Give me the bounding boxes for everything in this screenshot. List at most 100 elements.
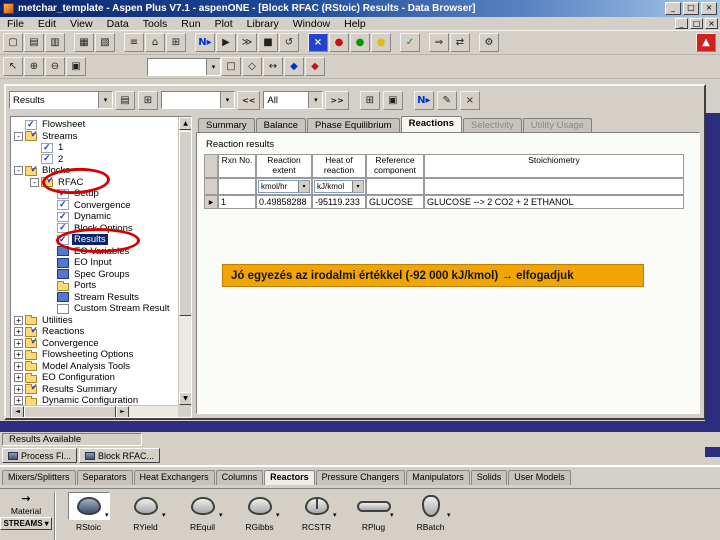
edit-button[interactable]: ✎	[436, 90, 457, 110]
streams-button[interactable]: STREAMS ▾	[0, 517, 52, 530]
combo-arrow-icon[interactable]: ▾	[220, 92, 234, 108]
new-button[interactable]: ▢	[3, 33, 23, 52]
menu-edit[interactable]: Edit	[31, 17, 63, 31]
tab-selectivity[interactable]: Selectivity	[462, 118, 522, 132]
tree-toggle-icon[interactable]: +	[14, 373, 23, 383]
menu-data[interactable]: Data	[100, 17, 136, 31]
tab-reactions[interactable]: Reactions	[400, 116, 462, 132]
open-button[interactable]: ▤	[24, 33, 44, 52]
tree-item-stream-1[interactable]: 1	[12, 142, 178, 154]
table-view-button[interactable]: ⊞	[359, 90, 380, 110]
combo-arrow-icon[interactable]: ▾	[98, 92, 112, 108]
exchange-button[interactable]: ⇄	[450, 33, 470, 52]
column-header-rxn-no[interactable]: Rxn No.	[218, 154, 256, 178]
tree-item-custom-stream-result[interactable]: Custom Stream Result	[12, 303, 178, 315]
zoom-out-button[interactable]: ⊖	[45, 57, 65, 76]
model-dropdown-arrow-icon[interactable]: ▾	[276, 511, 280, 519]
model-rplug-button[interactable]: ▾ RPlug	[345, 492, 402, 532]
tree-toggle-icon[interactable]: +	[14, 327, 23, 337]
cell-stoichiometry[interactable]: GLUCOSE --> 2 CO2 + 2 ETHANOL	[424, 195, 684, 209]
next-input-button[interactable]: N▸	[195, 33, 215, 52]
tree-toggle-icon[interactable]: -	[30, 177, 39, 187]
scrollbar-thumb[interactable]	[179, 131, 191, 316]
close-button[interactable]: ×	[701, 2, 717, 15]
column-header-stoichiometry[interactable]: Stoichiometry	[424, 154, 684, 178]
library-tab-separators[interactable]: Separators	[76, 470, 133, 485]
stop-button[interactable]: ■	[258, 33, 278, 52]
combo-arr ow-icon[interactable]: ▾	[352, 181, 363, 192]
form-filter-combo[interactable]: All ▾	[263, 91, 324, 109]
extent-units-combo[interactable]: kmol/hr ▾	[258, 180, 310, 193]
window-tab-block-rfac[interactable]: Block RFAC...	[79, 448, 161, 463]
cell-rxn-no[interactable]: 1	[218, 195, 256, 209]
heat-units-combo[interactable]: kJ/kmol ▾	[314, 180, 364, 193]
tree-item-spec-groups[interactable]: Spec Groups	[12, 269, 178, 281]
model-rstoic-button[interactable]: ▾ RStoic	[60, 492, 117, 532]
print-button[interactable]: ▦	[74, 33, 94, 52]
scroll-up-icon[interactable]: ▲	[179, 117, 191, 130]
flowsheet-section-combo[interactable]: ▾	[147, 57, 221, 76]
column-header-ref-component[interactable]: Reference component	[366, 154, 424, 178]
insert-stream-button[interactable]: ◇	[242, 57, 262, 76]
tree-vertical-scrollbar[interactable]: ▲ ▼	[178, 117, 191, 405]
export-button[interactable]: ⇒	[429, 33, 449, 52]
model-dropdown-arrow-icon[interactable]: ▾	[390, 511, 394, 519]
reroute-stream-button[interactable]: ↔	[263, 57, 283, 76]
zoom-fit-button[interactable]: ▣	[66, 57, 86, 76]
tree-item-convergence[interactable]: + Convergence	[12, 336, 178, 350]
status-yellow-icon[interactable]: ●	[371, 33, 391, 52]
child-close-button[interactable]: ×	[705, 18, 718, 29]
run-button[interactable]: ▶	[216, 33, 236, 52]
tree-toggle-icon[interactable]: +	[14, 361, 23, 371]
status-red-icon[interactable]: ●	[329, 33, 349, 52]
tree-item-stream-results[interactable]: Stream Results	[12, 292, 178, 304]
model-dropdown-arrow-icon[interactable]: ▾	[105, 511, 109, 519]
model-rbatch-button[interactable]: ▾ RBatch	[402, 492, 459, 532]
data-browser-button[interactable]: ≡	[124, 33, 144, 52]
aspentech-logo[interactable]: ▲	[696, 33, 716, 52]
menu-run[interactable]: Run	[174, 17, 207, 31]
tree-toggle-icon[interactable]: -	[14, 131, 23, 141]
sheet-view-button[interactable]: ▤	[115, 90, 135, 110]
combo-arrow-icon[interactable]: ▾	[206, 58, 220, 75]
tree-horizontal-scrollbar[interactable]: ◄ ►	[11, 405, 178, 417]
child-minimize-button[interactable]: _	[675, 18, 688, 29]
scroll-right-icon[interactable]: ►	[116, 405, 129, 417]
select-pointer-button[interactable]: ↖	[3, 57, 23, 76]
tree-toggle-icon[interactable]: +	[14, 338, 23, 348]
section-red-button[interactable]: ◆	[305, 57, 325, 76]
cell-heat[interactable]: -95119.233	[312, 195, 366, 209]
browser-nav-combo[interactable]: Results ▾	[9, 91, 113, 109]
insert-block-button[interactable]: □	[221, 57, 241, 76]
tree-item-streams[interactable]: - Streams	[12, 129, 178, 143]
row-selector[interactable]: ▶	[204, 195, 218, 209]
next-form-button[interactable]: >>	[325, 90, 349, 110]
tree-toggle-icon[interactable]: +	[14, 384, 23, 394]
library-tab-heat-exchangers[interactable]: Heat Exchangers	[133, 470, 215, 485]
menu-plot[interactable]: Plot	[208, 17, 240, 31]
grid-button[interactable]: ⊞	[166, 33, 186, 52]
prev-form-button[interactable]: <<	[237, 90, 261, 110]
menu-library[interactable]: Library	[240, 17, 286, 31]
tree-item-convergence-block[interactable]: Convergence	[12, 199, 178, 212]
model-dropdown-arrow-icon[interactable]: ▾	[333, 511, 337, 519]
close-form-button[interactable]: ×	[459, 90, 480, 110]
column-header-extent[interactable]: Reaction extent	[256, 154, 312, 178]
dropdown-arrow-icon[interactable]: ▾	[45, 519, 49, 528]
model-ryield-button[interactable]: ▾ RYield	[117, 492, 174, 532]
tree-toggle-icon[interactable]: +	[14, 350, 23, 360]
library-tab-columns[interactable]: Columns	[215, 470, 264, 485]
plot-view-button[interactable]: ▣	[382, 90, 403, 110]
column-header-heat[interactable]: Heat of reaction	[312, 154, 366, 178]
window-tab-process-flowsheet[interactable]: Process Fl...	[2, 448, 78, 463]
combo-arrow-icon[interactable]: ▾	[298, 181, 309, 192]
next-input-button[interactable]: N▸	[413, 90, 434, 110]
tree-item-model-analysis-tools[interactable]: + Model Analysis Tools	[12, 361, 178, 373]
check-results-button[interactable]: ✓	[400, 33, 420, 52]
library-tab-mixers-splitters[interactable]: Mixers/Splitters	[2, 470, 76, 485]
model-dropdown-arrow-icon[interactable]: ▾	[447, 511, 451, 519]
flowsheet-button[interactable]: ⌂	[145, 33, 165, 52]
tree-view-button[interactable]: ⊞	[138, 90, 158, 110]
tree-toggle-icon[interactable]: +	[14, 396, 23, 405]
tab-phase-equilibrium[interactable]: Phase Equilibrium	[307, 118, 400, 132]
